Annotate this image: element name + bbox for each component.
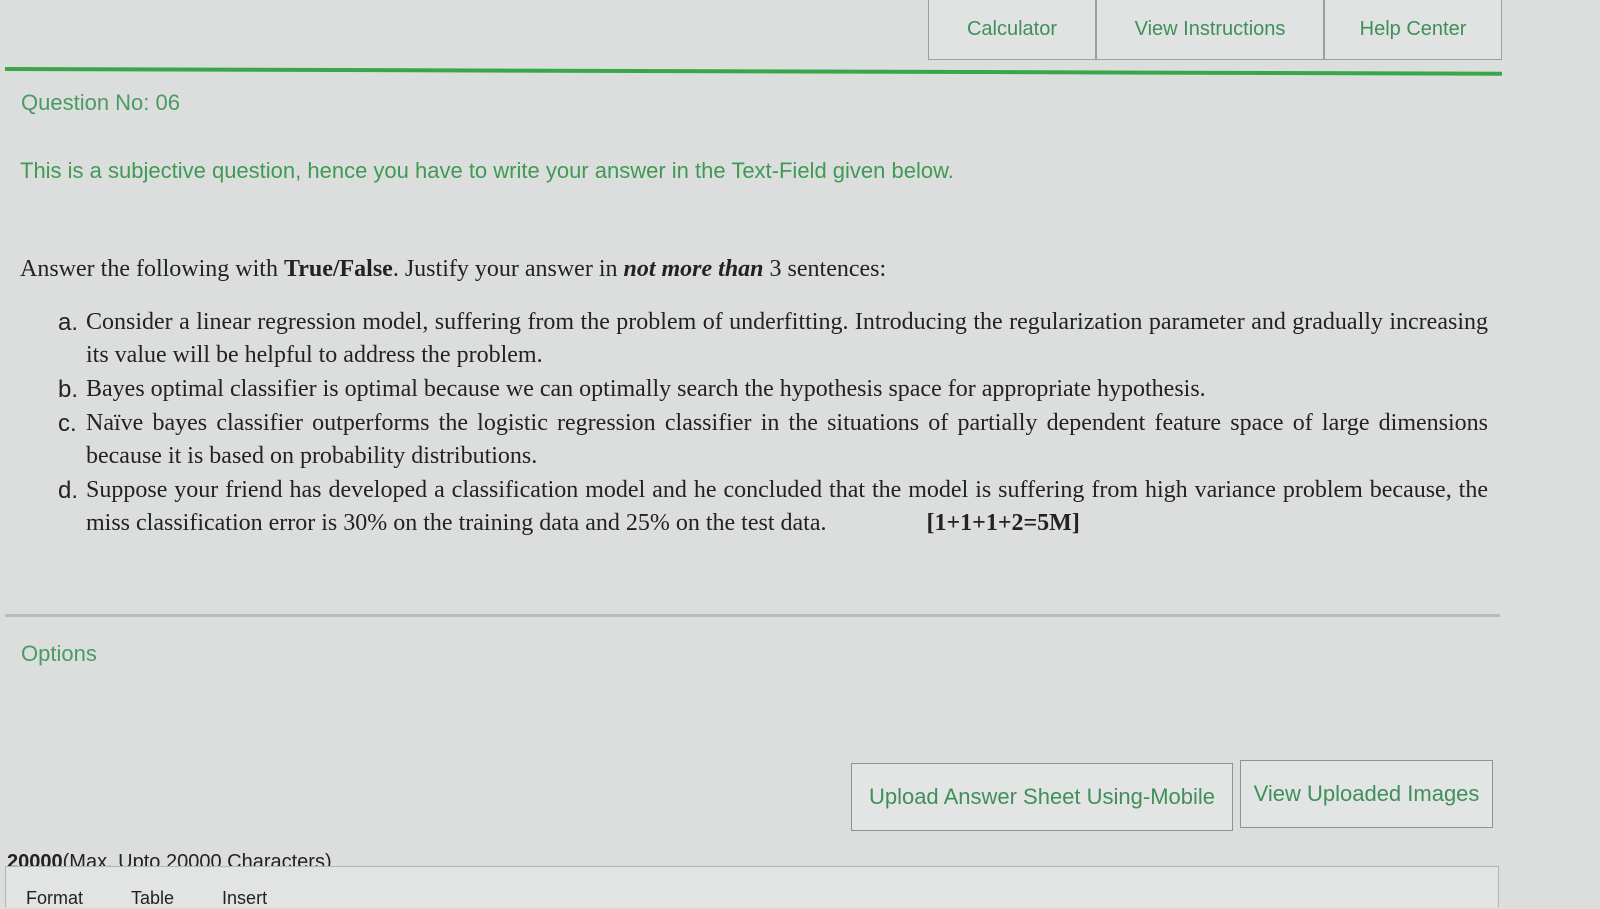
item-text-wrap: Suppose your friend has developed a clas… — [86, 474, 1488, 540]
question-number: Question No: 06 — [21, 90, 180, 115]
upload-answer-sheet-button[interactable]: Upload Answer Sheet Using-Mobile — [851, 763, 1233, 831]
item-label: a. — [58, 309, 79, 336]
prompt-pre: Answer the following with — [20, 256, 284, 282]
prompt-bold: True/False — [283, 256, 393, 282]
editor-menu-table[interactable]: Table — [131, 888, 174, 909]
item-text: Suppose your friend has developed a clas… — [86, 477, 1488, 536]
editor-menubar: Format Table Insert — [26, 888, 267, 909]
editor-menu-format[interactable]: Format — [26, 888, 83, 909]
item-text: Consider a linear regression model, suff… — [86, 309, 1488, 368]
header-divider — [4, 67, 1502, 76]
item-label: c. — [58, 410, 77, 437]
prompt-post: 3 sentences: — [763, 256, 887, 282]
prompt-mid: . Justify your answer in — [392, 256, 624, 282]
editor-menu-insert[interactable]: Insert — [222, 888, 267, 909]
marks-label: [1+1+1+2=5M] — [926, 510, 1080, 536]
item-label: b. — [58, 376, 79, 403]
question-instruction: This is a subjective question, hence you… — [20, 158, 954, 183]
question-item-a: a. Consider a linear regression model, s… — [58, 306, 1488, 372]
view-uploaded-images-button[interactable]: View Uploaded Images — [1240, 760, 1493, 828]
tab-calculator[interactable]: Calculator — [928, 0, 1096, 60]
item-text: Bayes optimal classifier is optimal beca… — [86, 376, 1206, 402]
top-tabs: Calculator View Instructions Help Center — [928, 0, 1502, 60]
question-prompt: Answer the following with True/False. Ju… — [20, 256, 886, 283]
tab-view-instructions[interactable]: View Instructions — [1096, 0, 1324, 60]
question-items: a. Consider a linear regression model, s… — [58, 306, 1488, 541]
prompt-bold-italic: not more than — [623, 256, 764, 282]
item-label: d. — [58, 477, 79, 504]
question-item-c: c. Naïve bayes classifier outperforms th… — [58, 407, 1488, 473]
section-divider — [5, 614, 1500, 617]
question-item-b: b. Bayes optimal classifier is optimal b… — [58, 373, 1488, 406]
tab-help-center[interactable]: Help Center — [1324, 0, 1502, 60]
item-text: Naïve bayes classifier outperforms the l… — [86, 410, 1488, 469]
question-item-d: d. Suppose your friend has developed a c… — [58, 474, 1488, 540]
options-heading: Options — [21, 641, 97, 666]
